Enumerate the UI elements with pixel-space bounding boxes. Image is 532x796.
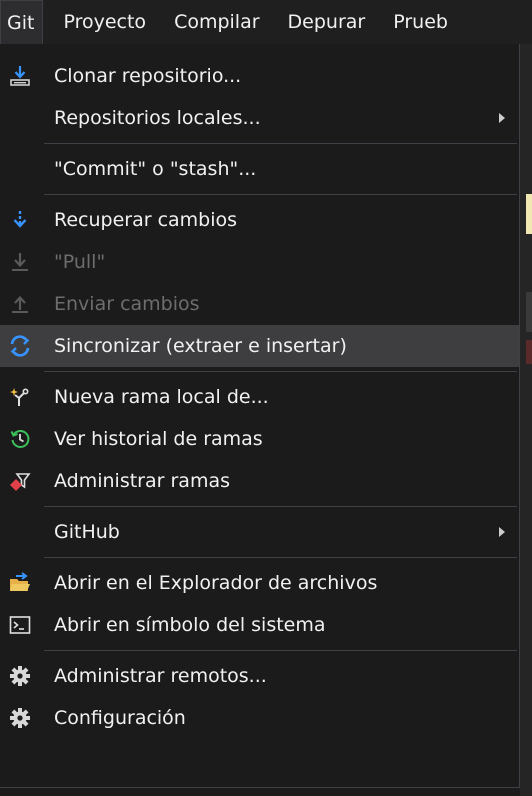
menu-item-label: Administrar remotos... xyxy=(54,665,267,687)
sync-icon xyxy=(0,325,40,367)
menu-separator xyxy=(0,646,519,655)
menu-separator xyxy=(0,367,519,376)
submenu-arrow-icon xyxy=(499,527,505,537)
menubar-git[interactable]: Git xyxy=(0,0,44,44)
menubar-prueba[interactable]: Prueb xyxy=(375,0,458,44)
menu-item-new-branch[interactable]: Nueva rama local de... xyxy=(0,376,519,418)
menu-item-branch-history[interactable]: Ver historial de ramas xyxy=(0,418,519,460)
editor-peek-line xyxy=(526,292,532,332)
menu-separator xyxy=(0,553,519,562)
menu-separator xyxy=(0,502,519,511)
menu-item-label: "Pull" xyxy=(54,251,106,273)
menu-item-push[interactable]: Enviar cambios xyxy=(0,283,519,325)
menu-item-label: Recuperar cambios xyxy=(54,209,238,231)
menu-item-manage-remotes[interactable]: Administrar remotos... xyxy=(0,655,519,697)
clone-repo-icon xyxy=(0,55,40,97)
menu-item-label: Enviar cambios xyxy=(54,293,200,315)
push-icon xyxy=(0,283,40,325)
menu-separator xyxy=(0,139,519,148)
pull-icon xyxy=(0,241,40,283)
gear-icon xyxy=(0,697,40,739)
menu-item-label: Abrir en el Explorador de archivos xyxy=(54,572,378,594)
ide-window: Git Proyecto Compilar Depurar Prueb Clon… xyxy=(0,0,532,796)
editor-background-peek xyxy=(520,44,532,796)
menu-item-label: "Commit" o "stash"... xyxy=(54,158,257,180)
manage-branches-icon xyxy=(0,460,40,502)
gear-icon xyxy=(0,655,40,697)
editor-peek-marker xyxy=(526,340,532,364)
terminal-icon xyxy=(0,604,40,646)
menu-item-label: Administrar ramas xyxy=(54,470,230,492)
menu-bar: Git Proyecto Compilar Depurar Prueb xyxy=(0,0,532,45)
menu-item-fetch[interactable]: Recuperar cambios xyxy=(0,199,519,241)
menu-item-sync[interactable]: Sincronizar (extraer e insertar) xyxy=(0,325,519,367)
menu-item-clone-repo[interactable]: Clonar repositorio... xyxy=(0,55,519,97)
menu-item-label: Clonar repositorio... xyxy=(54,65,242,87)
menu-item-label: Nueva rama local de... xyxy=(54,386,269,408)
history-icon xyxy=(0,418,40,460)
new-branch-icon xyxy=(0,376,40,418)
submenu-arrow-icon xyxy=(499,113,505,123)
menu-item-label: Abrir en símbolo del sistema xyxy=(54,614,326,636)
menu-item-label: Ver historial de ramas xyxy=(54,428,263,450)
menubar-depurar[interactable]: Depurar xyxy=(270,0,376,44)
menu-item-pull[interactable]: "Pull" xyxy=(0,241,519,283)
menu-item-manage-branches[interactable]: Administrar ramas xyxy=(0,460,519,502)
menu-item-label: Sincronizar (extraer e insertar) xyxy=(54,335,347,357)
menu-item-local-repos[interactable]: Repositorios locales... xyxy=(0,97,519,139)
menu-item-label: Repositorios locales... xyxy=(54,107,261,129)
menu-item-label: Configuración xyxy=(54,707,186,729)
menu-item-label: GitHub xyxy=(54,521,120,543)
menu-separator xyxy=(0,190,519,199)
fetch-icon xyxy=(0,199,40,241)
menu-item-settings[interactable]: Configuración xyxy=(0,697,519,739)
menu-item-commit-stash[interactable]: "Commit" o "stash"... xyxy=(0,148,519,190)
menu-item-open-terminal[interactable]: Abrir en símbolo del sistema xyxy=(0,604,519,646)
editor-peek-highlight xyxy=(526,194,532,234)
menu-item-open-explorer[interactable]: Abrir en el Explorador de archivos xyxy=(0,562,519,604)
menubar-compilar[interactable]: Compilar xyxy=(156,0,269,44)
folder-open-icon xyxy=(0,562,40,604)
git-dropdown-menu: Clonar repositorio... Repositorios local… xyxy=(0,44,520,788)
menubar-proyecto[interactable]: Proyecto xyxy=(43,0,156,44)
menu-item-github[interactable]: GitHub xyxy=(0,511,519,553)
